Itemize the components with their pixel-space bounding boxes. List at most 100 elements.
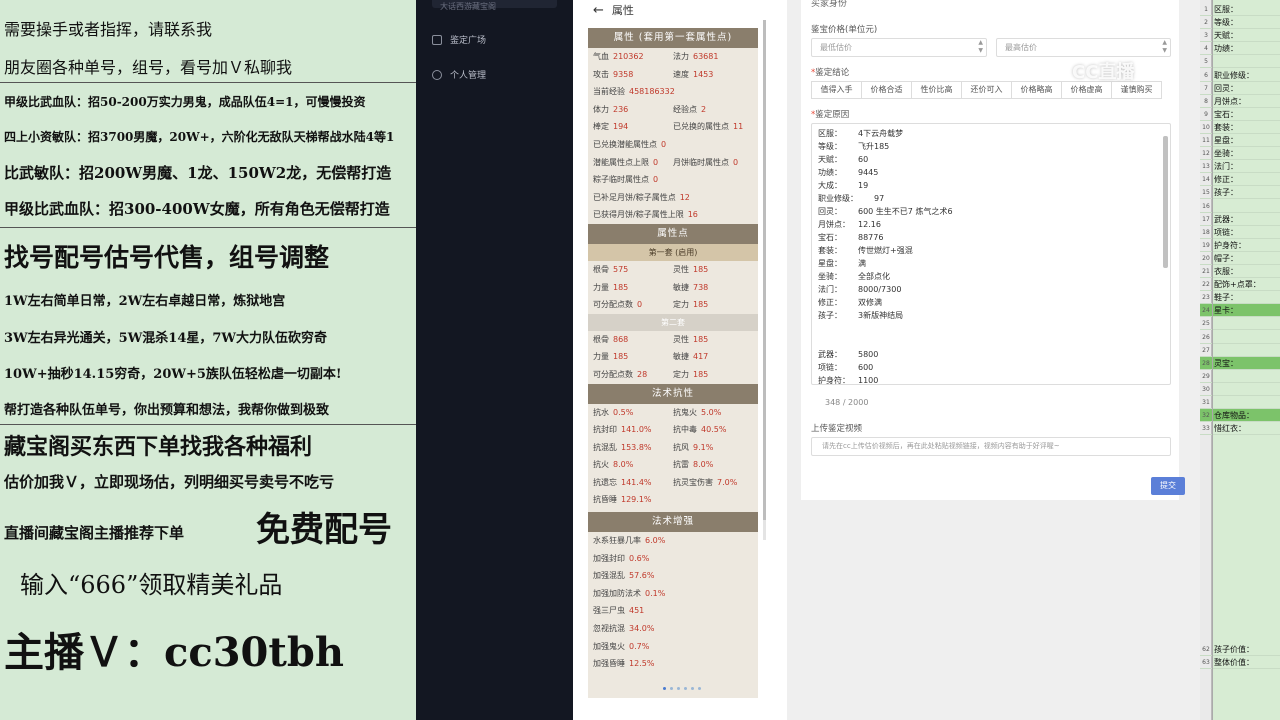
sidebar-item-personal[interactable]: 个人管理 [432,68,486,81]
reason-line: 项链： 600 [818,361,1158,374]
attr-key: 灵性 [673,264,689,274]
cell-text: 帽子： [1214,253,1238,263]
cell-text: 天赋： [1214,31,1238,41]
divider [0,82,416,83]
attr-cell: 抗火 8.0% [593,456,673,474]
submit-button[interactable]: 提交 [1151,477,1185,495]
attr-value: 0 [653,175,659,185]
sidebar-item-label: 个人管理 [450,71,487,81]
stepper-icon[interactable]: ▲ ▼ [1162,39,1167,55]
attr-value: 5.0% [701,407,722,417]
appraisal-form-panel: 买家身份 鉴宝价格(单位元) 最低估价 ▲ ▼ 最高估价 ▲ ▼ *鉴定结论 值得入… [787,0,1200,720]
overlay-highlight: 免费配号 [256,510,392,550]
attr-cell: 水系狂暴几率 6.0% [593,532,753,550]
video-link-placeholder: 请先在cc上传估价视频后，再在此处粘贴视频链接，视频内容有助于好评喔~ [822,442,1060,450]
streamer-contact: 主播Ｖ：cc30tbh [4,629,344,676]
attr-key: 速度 [673,69,689,79]
overlay-text: 1W左右简单日常，2W左右卓越日常，炼狱地宫 [4,294,286,309]
attr-cell: 粽子临时属性点 0 [593,171,753,189]
reason-value: 8000/7300 [858,285,902,294]
reason-value: 600 生生不已7 炼气之术6 [858,207,953,216]
attr-key: 抗雷 [673,460,689,470]
attr-key: 月饼临时属性点 [673,157,729,167]
attr-set-tab-1[interactable]: 第一套 (启用) [588,243,758,261]
attr-value: 185 [613,352,629,362]
reason-value: 12.16 [858,220,881,229]
attribute-content[interactable]: 属性 (套用第一套属性点) 气血 210362 法力 63681 攻击 9358 速度 145… [588,28,758,698]
attr-cell: 根骨 868 [593,331,673,349]
overlay-text: 帮打造各种队伍单号，你出预算和想法，我帮你做到极致 [4,403,330,418]
attr-set-tab-2[interactable]: 第二套 [588,313,758,331]
divider [0,227,416,228]
attr-value: 0 [733,157,739,167]
sidebar-header[interactable]: 大话西游藏宝阁 [432,0,557,11]
sidebar-item-appraisal-square[interactable]: 鉴定广场 [432,33,486,46]
attr-value: 0 [661,139,667,149]
reason-value: 3新版神结局 [858,311,904,320]
attr-key: 力量 [593,352,609,362]
attr-cell: 抗灵宝伤害 7.0% [673,474,753,492]
row-number: 10 [1202,123,1210,131]
back-arrow-icon[interactable]: ← [593,3,604,18]
reason-line: 天赋： 60 [818,153,1158,166]
reason-key: 回灵： [818,207,842,216]
conclusion-option[interactable]: 性价比高 [911,81,962,99]
cell-text: 法门： [1214,162,1238,172]
reason-textarea[interactable]: 区服： 4下云舟载梦 等级： 飞升185 天赋： 60 功绩： 9445 大成： 19 职业修级： 9… [811,123,1171,385]
pagination-dots[interactable] [663,687,701,690]
scrollbar[interactable] [763,20,766,540]
cell-text: 鞋子： [1214,293,1238,303]
attr-value: 417 [693,352,709,362]
attr-value: 9.1% [693,442,714,452]
reason-line: 大成： 19 [818,179,1158,192]
cell-text: 衣服： [1214,267,1238,276]
attr-value: 28 [637,369,648,379]
reason-line: 坐骑： 全部点化 [818,270,1158,283]
attr-key: 抗灵宝伤害 [673,477,713,487]
user-icon [432,69,442,80]
attr-value: 129.1% [621,495,652,505]
conclusion-option[interactable]: 值得入手 [811,81,862,99]
textarea-scrollbar[interactable] [1163,128,1168,382]
row-number: 23 [1202,294,1210,302]
cell-text: 孩子： [1214,188,1238,198]
attr-cell: 已获得月饼/粽子属性上限 16 [593,206,753,224]
attribute-title: 属性 [611,4,634,17]
attr-cell: 加强鬼火 0.7% [593,638,753,656]
reason-key: 月饼点： [818,220,850,229]
conclusion-option[interactable]: 价格合适 [861,81,912,99]
reason-line: 宝石： 88776 [818,231,1158,244]
reason-value: 传世燃灯+强混 [858,246,913,255]
overlay-text: 甲级比武血队：招300-400W女魔，所有角色无偿帮打造 [4,200,390,218]
row-number: 4 [1204,45,1208,53]
conclusion-option[interactable]: 还价可入 [961,81,1012,99]
video-link-input[interactable]: 请先在cc上传估价视频后，再在此处粘贴视频链接，视频内容有助于好评喔~ [811,437,1171,456]
attr-cell: 已兑换的属性点 11 [673,118,753,136]
attr-key: 抗水 [593,407,609,417]
attr-cell: 可分配点数 28 [593,366,673,384]
scrollbar-thumb[interactable] [763,20,766,520]
max-price-input[interactable]: 最高估价 ▲ ▼ [996,38,1171,57]
attr-cell: 强三尸虫 451 [593,602,753,620]
row-number: 14 [1202,176,1210,184]
reason-line [818,322,1158,335]
reason-line: 护身符： 1100 [818,374,1158,385]
reason-value: 1100 [858,376,879,385]
reason-key: 区服： [818,129,842,138]
watermark: CC直播 [1072,62,1135,83]
overlay-text: 10W+抽秒14.15穷奇，20W+5族队伍轻松虐一切副本! [4,367,342,382]
cell-text: 区服： [1214,5,1238,14]
attr-key: 气血 [593,52,609,61]
row-number: 12 [1202,150,1210,158]
stepper-icon[interactable]: ▲ ▼ [978,39,983,55]
attr-key: 体力 [593,104,609,114]
reason-key: 星盘： [818,259,842,268]
attr-value: 16 [687,210,698,220]
cell-text: 护身符： [1214,240,1246,250]
row-number: 26 [1202,333,1210,341]
attr-value: 57.6% [629,571,655,581]
min-price-input[interactable]: 最低估价 ▲ ▼ [811,38,987,57]
conclusion-option[interactable]: 价格略高 [1011,81,1062,99]
row-number: 27 [1202,346,1210,354]
attr-value: 2 [701,104,707,114]
